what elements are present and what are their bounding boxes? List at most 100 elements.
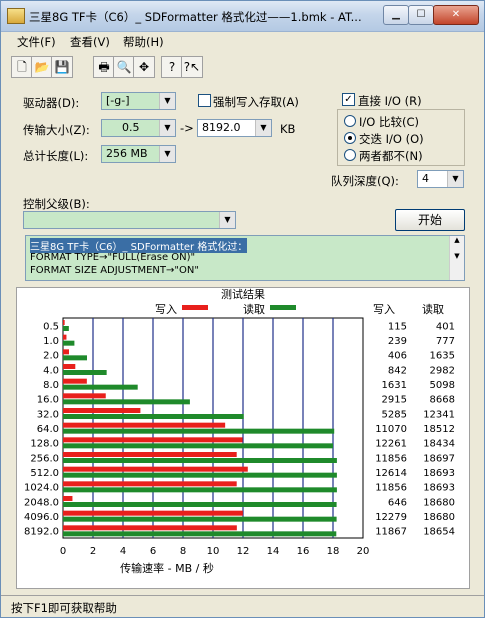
chevron-down-icon[interactable]: ▼ xyxy=(447,171,463,187)
radio-io-compare-label: I/O 比较(C) xyxy=(359,115,419,129)
chevron-down-icon[interactable]: ▼ xyxy=(159,120,175,136)
x-tick-label: 10 xyxy=(207,546,220,557)
legend-read-swatch xyxy=(270,305,296,310)
write-bar xyxy=(63,452,237,457)
table-header-write: 写入 xyxy=(373,303,395,316)
radio-io-compare[interactable] xyxy=(344,115,356,127)
menu-view[interactable]: 查看(V) xyxy=(70,34,110,50)
category-label: 1.0 xyxy=(43,336,59,347)
move-icon[interactable]: ✥ xyxy=(133,56,155,78)
chevron-down-icon[interactable]: ▼ xyxy=(159,93,175,109)
save-icon[interactable]: 💾 xyxy=(51,56,73,78)
total-length-select[interactable]: 256 MB ▼ xyxy=(101,145,176,163)
write-value: 11867 xyxy=(375,527,407,538)
description-box[interactable]: 三星8G TF卡（C6）_ SDFormatter 格式化过： FORMAT T… xyxy=(25,235,465,281)
x-tick-label: 18 xyxy=(327,546,340,557)
category-label: 16.0 xyxy=(37,395,59,406)
read-bar xyxy=(63,472,337,478)
category-label: 512.0 xyxy=(30,468,59,479)
category-label: 8.0 xyxy=(43,380,59,391)
read-bar xyxy=(63,326,69,331)
category-label: 1024.0 xyxy=(24,483,59,494)
category-label: 32.0 xyxy=(37,409,59,420)
help-icon[interactable]: ? xyxy=(161,56,183,78)
drive-value: [-g-] xyxy=(106,94,130,107)
x-tick-label: 4 xyxy=(120,546,126,557)
category-label: 4096.0 xyxy=(24,512,59,523)
window-title: 三星8G TF卡（C6）_ SDFormatter 格式化过——1.bmk - … xyxy=(29,10,362,24)
x-tick-label: 14 xyxy=(267,546,280,557)
direct-io-label: 直接 I/O (R) xyxy=(358,94,422,108)
category-label: 4.0 xyxy=(43,365,59,376)
legend-read-label: 读取 xyxy=(243,302,265,316)
category-label: 8192.0 xyxy=(24,527,59,538)
drive-select[interactable]: [-g-] ▼ xyxy=(101,92,176,110)
write-bar xyxy=(63,334,67,340)
title-bar[interactable]: 三星8G TF卡（C6）_ SDFormatter 格式化过——1.bmk - … xyxy=(1,1,484,32)
control-select[interactable]: ▼ xyxy=(23,211,236,229)
minimize-button[interactable]: ▁ xyxy=(383,5,409,25)
read-value: 18654 xyxy=(423,527,455,538)
chevron-down-icon[interactable]: ▼ xyxy=(159,146,175,162)
write-value: 406 xyxy=(388,351,407,362)
read-bar xyxy=(63,502,337,507)
read-value: 777 xyxy=(436,336,455,347)
write-value: 12614 xyxy=(375,468,407,479)
write-bar xyxy=(63,393,106,399)
read-bar xyxy=(63,370,107,375)
range-arrow: -> xyxy=(180,121,194,135)
chevron-down-icon[interactable]: ▼ xyxy=(219,212,235,228)
category-label: 64.0 xyxy=(37,424,59,435)
queue-depth-select[interactable]: 4 ▼ xyxy=(417,170,464,188)
transfer-to-value: 8192.0 xyxy=(202,121,241,134)
write-bar xyxy=(63,496,73,501)
close-button[interactable]: ✕ xyxy=(433,5,479,25)
transfer-size-label: 传输大小(Z): xyxy=(23,123,90,137)
new-icon[interactable]: 🗋 xyxy=(11,56,33,78)
open-icon[interactable]: 📂 xyxy=(31,56,53,78)
print-icon[interactable]: 🖶 xyxy=(93,56,115,78)
read-value: 18693 xyxy=(423,483,455,494)
context-help-icon[interactable]: ?↖ xyxy=(181,56,203,78)
x-tick-label: 12 xyxy=(237,546,250,557)
radio-overlap-label: 交迭 I/O (O) xyxy=(359,132,424,146)
print-preview-icon[interactable]: 🔍 xyxy=(113,56,135,78)
x-tick-label: 16 xyxy=(297,546,310,557)
write-bar xyxy=(63,320,65,325)
description-line: 三星8G TF卡（C6）_ SDFormatter 格式化过： xyxy=(30,238,248,253)
direct-io-checkbox[interactable]: ✓ xyxy=(342,93,355,106)
maximize-button[interactable]: ☐ xyxy=(408,5,434,25)
radio-neither[interactable] xyxy=(344,149,356,161)
write-bar xyxy=(63,364,76,369)
transfer-from-select[interactable]: 0.5 ▼ xyxy=(101,119,176,137)
menu-help[interactable]: 帮助(H) xyxy=(123,34,164,50)
write-bar xyxy=(63,510,243,516)
radio-overlap[interactable] xyxy=(344,132,356,144)
status-bar: 按下F1即可获取帮助 xyxy=(1,595,484,617)
transfer-unit: KB xyxy=(280,122,296,136)
transfer-to-select[interactable]: 8192.0 ▼ xyxy=(197,119,272,137)
read-value: 18680 xyxy=(423,512,455,523)
app-icon xyxy=(7,8,25,24)
total-length-label: 总计长度(L): xyxy=(23,149,89,163)
write-value: 12261 xyxy=(375,439,407,450)
app-window: 三星8G TF卡（C6）_ SDFormatter 格式化过——1.bmk - … xyxy=(0,0,485,618)
read-value: 18512 xyxy=(423,424,455,435)
description-scrollbar[interactable]: ▲ ▼ xyxy=(449,236,464,280)
write-value: 646 xyxy=(388,497,407,508)
x-tick-label: 20 xyxy=(357,546,370,557)
x-tick-label: 0 xyxy=(60,546,66,557)
read-value: 18693 xyxy=(423,468,455,479)
write-bar xyxy=(63,481,237,487)
x-tick-label: 6 xyxy=(150,546,156,557)
queue-depth-value: 4 xyxy=(422,172,429,185)
start-button[interactable]: 开始 xyxy=(395,209,465,231)
menu-file[interactable]: 文件(F) xyxy=(17,34,56,50)
force-write-checkbox[interactable] xyxy=(198,94,211,107)
write-value: 11856 xyxy=(375,483,407,494)
radio-neither-label: 两者都不(N) xyxy=(359,149,423,163)
read-bar xyxy=(63,428,335,434)
drive-label: 驱动器(D): xyxy=(23,96,80,110)
write-bar xyxy=(63,466,248,472)
chevron-down-icon[interactable]: ▼ xyxy=(255,120,271,136)
